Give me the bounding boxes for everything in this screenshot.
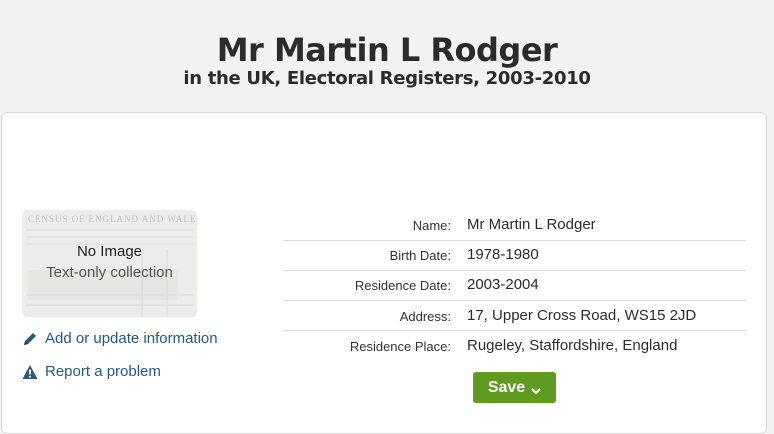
- add-update-label: Add or update information: [45, 330, 218, 347]
- field-value: Mr Martin L Rodger: [467, 216, 596, 233]
- record-row-address: Address: 17, Upper Cross Road, WS15 2JD: [283, 302, 746, 332]
- record-thumbnail: CENSUS OF ENGLAND AND WALES No Image Tex…: [22, 210, 197, 317]
- page-title: Mr Martin L Rodger: [216, 31, 558, 69]
- save-label: Save: [487, 378, 526, 396]
- record-row-residence-place: Residence Place: Rugeley, Staffordshire,…: [283, 332, 746, 362]
- save-button[interactable]: Save: [473, 372, 556, 403]
- record-row-residence-date: Residence Date: 2003-2004: [283, 271, 746, 301]
- field-label: Birth Date:: [389, 248, 451, 263]
- field-value: 2003-2004: [467, 276, 539, 293]
- report-problem-link[interactable]: Report a problem: [22, 363, 161, 380]
- field-label: Residence Place:: [349, 339, 451, 354]
- row-divider: [283, 300, 746, 301]
- record-row-name: Name: Mr Martin L Rodger: [283, 211, 746, 241]
- no-image-label: No Image: [76, 243, 143, 260]
- field-label: Address:: [399, 309, 451, 324]
- field-label: Residence Date:: [354, 278, 451, 293]
- chevron-down-icon: [531, 383, 541, 394]
- field-label: Name:: [412, 218, 451, 233]
- pencil-icon: [22, 331, 38, 347]
- page-subtitle: in the UK, Electoral Registers, 2003-201…: [183, 68, 591, 89]
- field-value: 17, Upper Cross Road, WS15 2JD: [467, 307, 697, 324]
- field-value: Rugeley, Staffordshire, England: [467, 337, 678, 354]
- report-problem-label: Report a problem: [45, 363, 161, 380]
- add-update-information-link[interactable]: Add or update information: [22, 330, 218, 347]
- row-divider: [283, 330, 746, 331]
- warning-icon: [22, 364, 38, 380]
- field-value: 1978-1980: [467, 246, 539, 263]
- collection-note: Text-only collection: [46, 264, 173, 281]
- record-row-birth-date: Birth Date: 1978-1980: [283, 241, 746, 271]
